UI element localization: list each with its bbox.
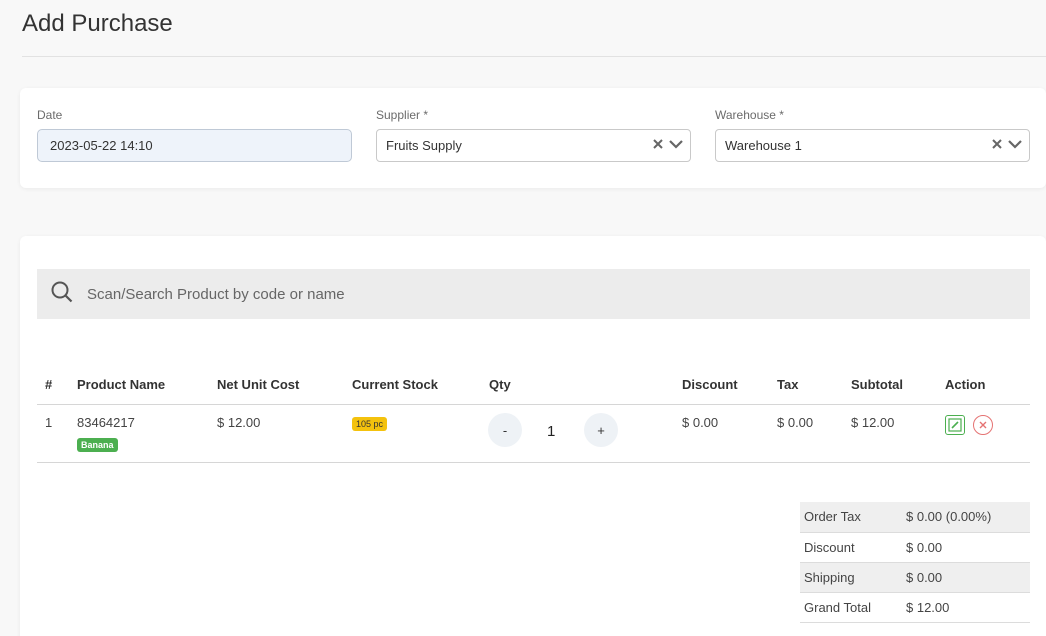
discount-value: $ 0.00 [902, 532, 1030, 563]
row-tax: $ 0.00 [777, 415, 814, 430]
search-icon [51, 281, 73, 308]
header-divider [37, 404, 1030, 405]
product-code: 83464217 [77, 415, 135, 430]
row-divider [37, 462, 1030, 463]
totals-table: Order Tax $ 0.00 (0.00%) Discount $ 0.00… [800, 502, 1030, 623]
qty-decrement-button[interactable]: - [488, 413, 522, 447]
supplier-label: Supplier * [376, 108, 429, 122]
col-header-product-name: Product Name [77, 377, 166, 392]
shipping-value: $ 0.00 [902, 562, 1030, 593]
row-subtotal: $ 12.00 [851, 415, 895, 430]
purchase-header-card: Date 2023-05-22 14:10 Supplier * Fruits … [20, 88, 1046, 188]
grand-total-label: Grand Total [800, 592, 902, 623]
product-name-badge: Banana [77, 438, 118, 452]
chevron-down-icon[interactable] [668, 138, 684, 153]
row-discount: $ 0.00 [682, 415, 719, 430]
delete-icon[interactable] [973, 415, 993, 435]
qty-increment-button[interactable]: + [584, 413, 618, 447]
col-header-current-stock: Current Stock [352, 377, 438, 392]
title-divider [22, 56, 1046, 57]
clear-icon[interactable] [991, 138, 1003, 153]
col-header-action: Action [945, 377, 986, 392]
totals-row-shipping: Shipping $ 0.00 [800, 562, 1030, 593]
clear-icon[interactable] [652, 138, 664, 153]
warehouse-select[interactable]: Warehouse 1 [715, 129, 1030, 162]
qty-value[interactable]: 1 [547, 423, 555, 440]
warehouse-value: Warehouse 1 [725, 138, 802, 153]
col-header-subtotal: Subtotal [851, 377, 903, 392]
shipping-label: Shipping [800, 562, 902, 593]
purchase-items-card: # Product Name Net Unit Cost Current Sto… [20, 236, 1046, 636]
product-search-bar [37, 269, 1030, 319]
date-value: 2023-05-22 14:10 [50, 138, 153, 153]
order-tax-value: $ 0.00 (0.00%) [902, 502, 1030, 533]
totals-row-order-tax: Order Tax $ 0.00 (0.00%) [800, 502, 1030, 533]
order-tax-label: Order Tax [800, 502, 902, 533]
product-search-input[interactable] [87, 285, 987, 303]
row-index: 1 [45, 415, 53, 430]
net-unit-cost: $ 12.00 [217, 415, 261, 430]
grand-total-value: $ 12.00 [902, 592, 1030, 623]
totals-row-grand-total: Grand Total $ 12.00 [800, 592, 1030, 623]
date-label: Date [37, 108, 63, 122]
col-header-discount: Discount [682, 377, 738, 392]
page-title: Add Purchase [22, 10, 173, 37]
col-header-tax: Tax [777, 377, 799, 392]
edit-icon[interactable] [945, 415, 965, 435]
chevron-down-icon[interactable] [1007, 138, 1023, 153]
supplier-select[interactable]: Fruits Supply [376, 129, 691, 162]
stock-badge: 105 pc [352, 417, 388, 431]
col-header-qty: Qty [489, 377, 511, 392]
totals-row-discount: Discount $ 0.00 [800, 532, 1030, 563]
discount-label: Discount [800, 532, 902, 563]
supplier-value: Fruits Supply [386, 138, 462, 153]
col-header-net-unit-cost: Net Unit Cost [217, 377, 300, 392]
date-field[interactable]: 2023-05-22 14:10 [37, 129, 352, 162]
warehouse-label: Warehouse * [715, 108, 784, 122]
col-header-index: # [45, 377, 53, 392]
